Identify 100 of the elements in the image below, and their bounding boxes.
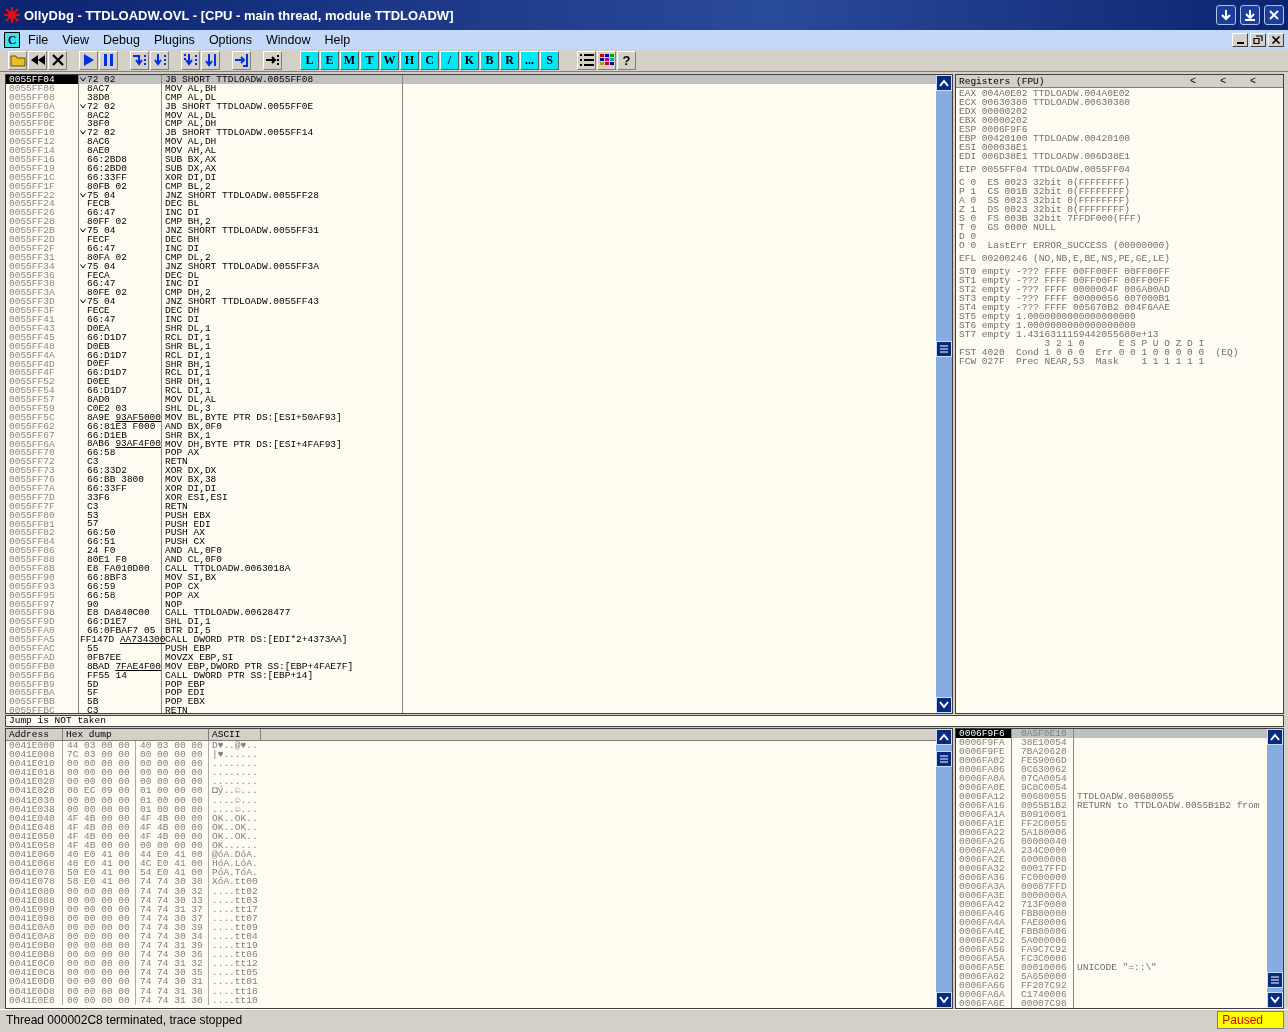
stack-row[interactable]: 0006FA32 00017FFD bbox=[956, 864, 1267, 873]
panel-shortcut-button[interactable]: E bbox=[320, 50, 339, 70]
code-row[interactable]: 0055FF14 8AE0 MOV AH,AL bbox=[6, 146, 936, 155]
code-row[interactable]: 0055FF7F C3 RETN bbox=[6, 501, 936, 511]
stack-row[interactable]: 0006FA16 0055B1B2 RETURN to TTDLOADW.0055B1B2 from bbox=[956, 801, 1267, 810]
stack-row[interactable]: 0006F9F6 0A5F0E10 bbox=[956, 729, 1267, 738]
code-row[interactable]: 0055FF16 66:2BD8 SUB BX,AX bbox=[6, 155, 936, 164]
code-row[interactable]: 0055FF80 53 PUSH EBX bbox=[6, 510, 936, 520]
menu-item[interactable]: Debug bbox=[97, 32, 146, 47]
code-row[interactable]: 0055FF76 66:BB 3800 MOV BX,38 bbox=[6, 475, 936, 484]
stack-row[interactable]: 0006F9FA 38E10054 bbox=[956, 738, 1267, 747]
code-row[interactable]: 0055FF62 66:81E3 F000 AND BX,0F0 bbox=[6, 421, 936, 431]
menu-item[interactable]: View bbox=[56, 32, 96, 47]
code-row[interactable]: 0055FF22 75 04 JNZ SHORT TTDLOADW.0055FF28 bbox=[6, 190, 936, 200]
scroll-thumb[interactable] bbox=[936, 341, 952, 357]
scroll-bar[interactable] bbox=[936, 75, 952, 713]
scroll-thumb[interactable] bbox=[1267, 972, 1283, 988]
code-row[interactable]: 0055FF67 66:D1EB SHR BX,1 bbox=[6, 430, 936, 440]
scroll-up-button[interactable] bbox=[1267, 729, 1283, 745]
code-row[interactable]: 0055FF43 D0EA SHR DL,1 bbox=[6, 323, 936, 333]
restore-button[interactable] bbox=[1250, 32, 1266, 47]
colors-button[interactable] bbox=[597, 50, 616, 70]
code-row[interactable]: 0055FFAC 55 PUSH EBP bbox=[6, 644, 936, 653]
column-header[interactable]: ASCII bbox=[209, 729, 261, 740]
scroll-bar[interactable] bbox=[936, 729, 952, 1008]
stack-row[interactable]: 0006FA12 00680055 TTDLOADW.00680055 bbox=[956, 792, 1267, 801]
stack-row[interactable]: 0006FA62 5A650000 bbox=[956, 972, 1267, 981]
stack-row[interactable]: 0006FA5A FC3C0006 bbox=[956, 954, 1267, 963]
code-row[interactable]: 0055FF70 66:58 POP AX bbox=[6, 448, 936, 458]
code-row[interactable]: 0055FFB6 FF55 14 CALL DWORD PTR SS:[EBP+14] bbox=[6, 670, 936, 680]
stack-row[interactable]: 0006FA02 FE59006D bbox=[956, 756, 1267, 765]
code-row[interactable]: 0055FF24 FECB DEC BL bbox=[6, 199, 936, 209]
view-switch-button[interactable]: < bbox=[1190, 76, 1220, 86]
code-row[interactable]: 0055FF0E 38F0 CMP AL,DH bbox=[6, 119, 936, 129]
code-row[interactable]: 0055FF3A 80FE 02 CMP DH,2 bbox=[6, 288, 936, 298]
code-row[interactable]: 0055FF41 66:47 INC DI bbox=[6, 315, 936, 324]
stack-row[interactable]: 0006F9FE 7BA20620 bbox=[956, 747, 1267, 756]
code-row[interactable]: 0055FFA5 FF147D AA734300CALL DWORD PTR DS:[EDI*2+4373AA] bbox=[6, 635, 936, 644]
stack-row[interactable]: 0006FA3E 0000000A bbox=[956, 891, 1267, 900]
code-row[interactable]: 0055FF86 24 F0 AND AL,0F0 bbox=[6, 546, 936, 556]
stack-row[interactable]: 0006FA6A C1740006 bbox=[956, 990, 1267, 999]
code-row[interactable]: 0055FFAD 0FB7EE MOVZX EBP,SI bbox=[6, 652, 936, 662]
code-row[interactable]: 0055FF1F 80FB 02 CMP BL,2 bbox=[6, 181, 936, 191]
code-row[interactable]: 0055FF98 E8 DA840C00 CALL TTDLOADW.00628477 bbox=[6, 608, 936, 618]
code-row[interactable]: 0055FF04 72 02 JB SHORT TTDLOADW.0055FF08 bbox=[6, 75, 936, 84]
code-row[interactable]: 0055FF0A 72 02 JB SHORT TTDLOADW.0055FF0E bbox=[6, 101, 936, 111]
stack-row[interactable]: 0006FA4A FAE80006 bbox=[956, 918, 1267, 927]
list-button[interactable] bbox=[577, 50, 596, 70]
scroll-bar[interactable] bbox=[1267, 729, 1283, 1008]
view-switch-button[interactable]: < bbox=[1220, 76, 1250, 86]
stack-row[interactable]: 0006FA26 00000040 bbox=[956, 837, 1267, 846]
code-row[interactable]: 0055FF8B E8 FA010D00 CALL TTDLOADW.0063018A bbox=[6, 564, 936, 573]
code-row[interactable]: 0055FF28 80FF 02 CMP BH,2 bbox=[6, 217, 936, 227]
stack-row[interactable]: 0006FA2A 234C0000 bbox=[956, 846, 1267, 855]
stack-row[interactable]: 0006FA3A 00087FFD bbox=[956, 882, 1267, 891]
code-row[interactable]: 0055FF52 D0EE SHR DH,1 bbox=[6, 377, 936, 387]
view-switch-button[interactable]: < bbox=[1250, 76, 1280, 86]
close-button[interactable] bbox=[1264, 5, 1284, 25]
code-row[interactable]: 0055FF2D FECF DEC BH bbox=[6, 235, 936, 244]
stack-row[interactable]: 0006FA1A B0910001 bbox=[956, 810, 1267, 819]
stack-row[interactable]: 0006FA1E FF2C0055 bbox=[956, 819, 1267, 828]
stack-row[interactable]: 0006FA0E 9C8C0054 bbox=[956, 783, 1267, 792]
code-row[interactable]: 0055FF93 66:59 POP CX bbox=[6, 581, 936, 591]
go-to-button[interactable] bbox=[263, 50, 282, 70]
code-row[interactable]: 0055FFBA 5F POP EDI bbox=[6, 688, 936, 698]
panel-shortcut-button[interactable]: H bbox=[400, 50, 419, 70]
stack-row[interactable]: 0006FA4E FBB00006 bbox=[956, 927, 1267, 936]
code-row[interactable]: 0055FF82 66:50 PUSH AX bbox=[6, 528, 936, 538]
stack-row[interactable]: 0006FA0A 07CA0054 bbox=[956, 774, 1267, 783]
code-row[interactable]: 0055FFA0 66:0FBAF7 05 BTR DI,5 bbox=[6, 626, 936, 636]
menu-item[interactable]: Window bbox=[259, 32, 317, 47]
scroll-down-button[interactable] bbox=[936, 992, 952, 1008]
code-row[interactable]: 0055FF90 66:8BF3 MOV SI,BX bbox=[6, 572, 936, 582]
code-row[interactable]: 0055FF0C 8AC2 MOV AL,DL bbox=[6, 110, 936, 120]
code-row[interactable]: 0055FF73 66:33D2 XOR DX,DX bbox=[6, 466, 936, 476]
stack-row[interactable]: 0006FA5E 00010006 UNICODE "=::\" bbox=[956, 963, 1267, 972]
code-row[interactable]: 0055FF4D D0EF SHR BH,1 bbox=[6, 359, 936, 369]
code-row[interactable]: 0055FF48 D0EB SHR BL,1 bbox=[6, 341, 936, 351]
code-row[interactable]: 0055FF06 8AC7 MOV AL,BH bbox=[6, 83, 936, 93]
panel-shortcut-button[interactable]: / bbox=[440, 50, 459, 70]
panel-shortcut-button[interactable]: L bbox=[300, 50, 319, 70]
menu-item[interactable]: Options bbox=[202, 32, 258, 47]
code-row[interactable]: 0055FF95 66:58 POP AX bbox=[6, 590, 936, 600]
window-menu-button[interactable]: C bbox=[4, 31, 20, 48]
panel-shortcut-button[interactable]: M bbox=[340, 50, 359, 70]
trace-over-button[interactable] bbox=[201, 50, 220, 70]
code-row[interactable]: 0055FF26 66:47 INC DI bbox=[6, 208, 936, 218]
code-row[interactable]: 0055FF31 80FA 02 CMP DL,2 bbox=[6, 252, 936, 262]
panel-shortcut-button[interactable]: W bbox=[380, 50, 399, 70]
restart-button[interactable] bbox=[28, 50, 47, 70]
scroll-thumb[interactable] bbox=[936, 751, 952, 767]
code-row[interactable]: 0055FF34 75 04 JNZ SHORT TTDLOADW.0055FF3A bbox=[6, 261, 936, 271]
scroll-down-button[interactable] bbox=[936, 697, 952, 713]
code-row[interactable]: 0055FF6A 8AB6 93AF4F00 MOV DH,BYTE PTR DS:[ESI+4FAF93] bbox=[6, 439, 936, 449]
panel-shortcut-button[interactable]: R bbox=[500, 50, 519, 70]
step-over-button[interactable] bbox=[150, 50, 169, 70]
code-row[interactable]: 0055FF54 66:D1D7 RCL DI,1 bbox=[6, 386, 936, 396]
code-row[interactable]: 0055FF12 8AC6 MOV AL,DH bbox=[6, 137, 936, 147]
stack-row[interactable]: 0006FA52 5A000006 bbox=[956, 936, 1267, 945]
stack-row[interactable]: 0006FA06 0C630062 bbox=[956, 765, 1267, 774]
